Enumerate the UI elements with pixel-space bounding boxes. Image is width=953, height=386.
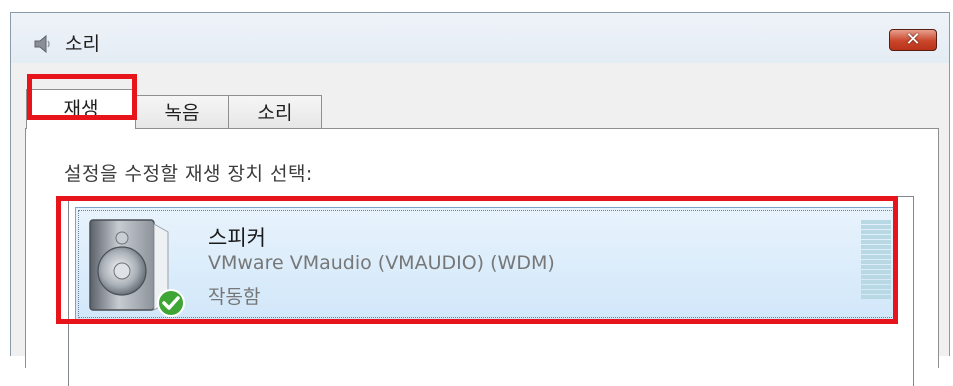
tab-sounds[interactable]: 소리 — [228, 95, 322, 129]
tab-recording[interactable]: 녹음 — [135, 95, 229, 129]
tab-bar: 재생 녹음 소리 — [11, 63, 949, 129]
close-button[interactable]: ✕ — [889, 29, 937, 51]
speaker-device-highlight — [56, 196, 898, 324]
close-icon: ✕ — [905, 29, 921, 50]
title-bar: 소리 ✕ — [11, 13, 949, 63]
instruction-label: 설정을 수정할 재생 장치 선택: — [64, 163, 313, 185]
window-title: 소리 — [65, 33, 100, 55]
playback-tab-highlight — [27, 74, 137, 120]
speaker-icon — [34, 34, 50, 54]
